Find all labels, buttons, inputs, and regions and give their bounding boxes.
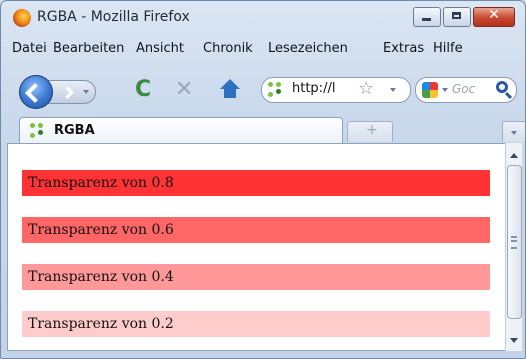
menu-ansicht[interactable]: Ansicht: [136, 41, 184, 56]
search-engine-dropdown-icon[interactable]: [442, 88, 448, 92]
history-dropdown-icon[interactable]: [83, 90, 89, 94]
transparency-bar: Transparenz von 0.2: [22, 311, 490, 337]
page-content: Transparenz von 0.8 Transparenz von 0.6 …: [7, 143, 507, 351]
search-icon[interactable]: [496, 81, 508, 93]
list-all-tabs-button[interactable]: [502, 121, 525, 142]
url-dropdown-icon[interactable]: [390, 88, 396, 92]
plus-icon: +: [366, 122, 378, 138]
search-bar[interactable]: Goc: [415, 77, 517, 103]
transparency-bar: Transparenz von 0.8: [22, 170, 490, 196]
menu-extras[interactable]: Extras: [383, 41, 424, 56]
maximize-button[interactable]: [443, 7, 471, 27]
menu-bearbeiten[interactable]: Bearbeiten: [53, 41, 124, 56]
bar-label: Transparenz von 0.2: [28, 316, 174, 332]
maximize-icon: [452, 12, 461, 19]
url-bar[interactable]: http://l ☆: [261, 77, 411, 103]
menu-datei[interactable]: Datei: [12, 41, 47, 56]
home-button[interactable]: [219, 79, 241, 101]
scroll-down-icon[interactable]: [510, 338, 518, 343]
new-tab-button[interactable]: +: [347, 121, 393, 142]
scroll-up-icon[interactable]: [510, 153, 518, 158]
url-text[interactable]: http://l: [292, 81, 335, 96]
search-placeholder[interactable]: Goc: [452, 82, 475, 96]
reload-button[interactable]: C: [135, 77, 151, 102]
minimize-button[interactable]: [413, 7, 441, 27]
window-title: RGBA - Mozilla Firefox: [37, 9, 190, 25]
bookmark-star-icon[interactable]: ☆: [358, 78, 374, 99]
site-favicon-icon: [268, 82, 284, 98]
minimize-icon: [422, 18, 431, 21]
transparency-bar: Transparenz von 0.6: [22, 217, 490, 243]
menu-lesezeichen[interactable]: Lesezeichen: [268, 41, 348, 56]
home-icon: [220, 79, 240, 89]
tab-favicon-icon: [30, 123, 46, 139]
tab-bar: RGBA +: [1, 115, 525, 144]
menu-chronik[interactable]: Chronik: [203, 41, 253, 56]
tab-rgba[interactable]: RGBA: [19, 117, 343, 144]
browser-window: RGBA - Mozilla Firefox ✕ Datei Bearbeite…: [0, 0, 526, 359]
bar-label: Transparenz von 0.8: [28, 175, 174, 191]
bar-label: Transparenz von 0.6: [28, 222, 174, 238]
scrollbar-thumb[interactable]: [507, 165, 522, 319]
firefox-logo-icon: [13, 9, 31, 27]
home-icon-body: [224, 89, 236, 98]
stop-button[interactable]: ✕: [175, 77, 193, 102]
bar-label: Transparenz von 0.4: [28, 269, 174, 285]
close-button[interactable]: ✕: [473, 7, 515, 27]
menu-bar: Datei Bearbeiten Ansicht Chronik Lesezei…: [1, 39, 525, 59]
caption-buttons: ✕: [411, 7, 515, 27]
navigation-toolbar: C ✕ http://l ☆ Goc: [1, 71, 525, 109]
title-bar[interactable]: RGBA - Mozilla Firefox ✕: [1, 1, 525, 35]
tab-label: RGBA: [54, 123, 95, 138]
menu-hilfe[interactable]: Hilfe: [433, 41, 463, 56]
close-icon: ✕: [488, 7, 500, 23]
transparency-bar: Transparenz von 0.4: [22, 264, 490, 290]
grip-icon: [511, 236, 517, 249]
search-engine-icon[interactable]: [422, 82, 438, 98]
vertical-scrollbar[interactable]: [505, 143, 522, 351]
back-button[interactable]: [19, 75, 53, 109]
